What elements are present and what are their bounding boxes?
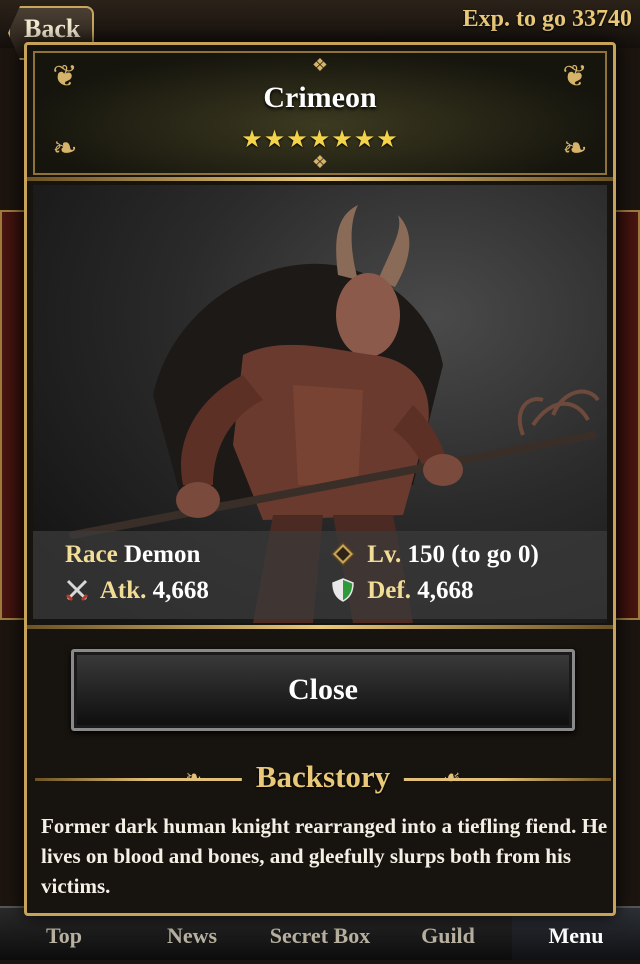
level-value: 150 [407, 541, 446, 568]
card-detail-modal: ❦ ❦ ❧ ❧ ❖ ❖ Crimeon ★★★★★★★ Race Demon L… [24, 42, 616, 916]
attack-stat: Atk. 4,668 [65, 577, 209, 605]
backstory-title: Backstory [241, 759, 405, 795]
race-label: Race [65, 541, 118, 568]
level-label: Lv. [367, 541, 402, 568]
divider [27, 625, 613, 629]
race-value: Demon [124, 541, 201, 568]
race-stat: Race Demon [65, 541, 200, 569]
defense-label: Def. [367, 577, 411, 604]
backstory-header: ❧ Backstory ☙ [35, 759, 611, 795]
stats-panel: Race Demon Lv. 150 (to go 0) Atk. 4,668 [33, 531, 607, 619]
attack-value: 4,668 [152, 577, 209, 604]
back-button-label: Back [24, 14, 81, 43]
diamond-icon [331, 542, 355, 566]
backstory-text: Former dark human knight rearranged into… [41, 814, 608, 898]
rarity-stars: ★★★★★★★ [241, 127, 399, 153]
ornament-icon: ☙ [443, 767, 461, 789]
ornament-icon: ❧ [185, 767, 202, 789]
card-header: ❦ ❦ ❧ ❧ ❖ ❖ Crimeon ★★★★★★★ [33, 51, 607, 175]
attack-label: Atk. [99, 577, 147, 604]
level-stat: Lv. 150 (to go 0) [331, 541, 539, 569]
level-to-go: (to go 0) [451, 541, 539, 568]
divider [27, 177, 613, 181]
ornament-icon: ❖ [311, 152, 329, 172]
exp-to-go-label: Exp. to go 33740 [462, 6, 632, 32]
ornament-icon: ❖ [311, 55, 329, 75]
close-button[interactable]: Close [71, 649, 575, 731]
crossed-swords-icon [65, 579, 89, 602]
card-name: Crimeon [263, 81, 377, 114]
shield-icon [332, 578, 354, 602]
defense-stat: Def. 4,668 [331, 577, 473, 605]
defense-value: 4,668 [417, 577, 474, 604]
